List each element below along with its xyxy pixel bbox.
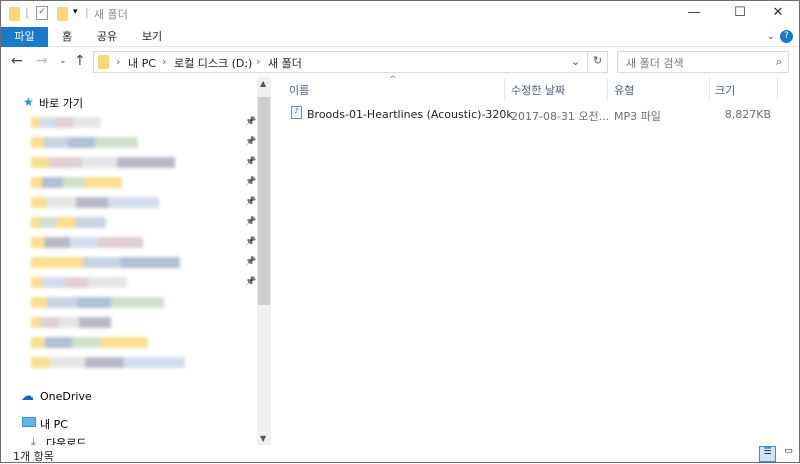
folder-icon <box>9 7 20 21</box>
tab-file[interactable]: 파일 <box>1 27 48 47</box>
star-icon: ★ <box>23 95 34 109</box>
pin-icon: 📌 <box>245 237 257 247</box>
scroll-down-icon[interactable]: ▼ <box>260 434 266 443</box>
crumb-local-disk[interactable]: 로컬 디스크 (D:) <box>174 55 252 71</box>
search-input[interactable]: 새 폴더 검색 ⌕ <box>617 51 789 73</box>
crumb-this-pc[interactable]: 내 PC <box>128 55 156 71</box>
refresh-icon[interactable]: ↻ <box>593 54 602 67</box>
scrollbar-thumb[interactable] <box>258 97 270 305</box>
pin-icon: 📌 <box>245 197 257 207</box>
blurred-nav-item <box>31 177 122 188</box>
column-header-size[interactable]: 크기 <box>715 82 735 98</box>
file-size: 8,827KB <box>724 108 771 121</box>
pin-icon: 📌 <box>245 117 257 127</box>
computer-icon <box>22 417 36 427</box>
pin-icon: 📌 <box>245 137 257 147</box>
blurred-nav-item <box>31 297 164 308</box>
blurred-nav-item <box>31 357 185 368</box>
column-header-name[interactable]: 이름 <box>289 82 309 98</box>
download-icon: ⤓ <box>31 435 36 445</box>
close-button[interactable]: ✕ <box>755 1 800 27</box>
blurred-nav-item <box>31 117 101 128</box>
column-header-type[interactable]: 유형 <box>614 82 634 98</box>
sort-ascending-icon: ^ <box>389 75 397 85</box>
customize-toolbar-icon[interactable]: ▾ <box>73 7 78 17</box>
nav-onedrive[interactable]: OneDrive <box>40 390 92 403</box>
pin-icon: 📌 <box>245 277 257 287</box>
blurred-nav-item <box>31 317 111 328</box>
address-bar[interactable]: › 내 PC › 로컬 디스크 (D:) › 새 폴더 ⌄ ↻ <box>93 51 608 73</box>
large-icons-view-button[interactable]: ▭ <box>780 446 797 462</box>
blurred-nav-item <box>31 237 143 248</box>
address-dropdown-icon[interactable]: ⌄ <box>571 55 580 68</box>
properties-icon[interactable]: ✓ <box>36 6 48 20</box>
window-title: 새 폴더 <box>94 8 128 21</box>
ribbon: 파일 홈 공유 보기 ⌄ ? <box>1 27 799 47</box>
file-name[interactable]: Broods-01-Heartlines (Acoustic)-320k <box>307 108 513 121</box>
up-button[interactable]: ↑ <box>74 53 86 69</box>
nav-this-pc[interactable]: 내 PC <box>40 416 68 432</box>
folder-icon <box>98 55 109 69</box>
search-icon: ⌕ <box>775 55 782 68</box>
help-icon[interactable]: ? <box>780 30 793 43</box>
blurred-nav-item <box>31 217 106 228</box>
blurred-nav-item <box>31 277 127 288</box>
recent-locations-button[interactable]: ⌄ <box>59 56 67 66</box>
column-header-date[interactable]: 수정한 날짜 <box>511 82 565 98</box>
separator: | <box>25 6 29 19</box>
nav-quick-access[interactable]: 바로 가기 <box>39 95 83 111</box>
tab-view[interactable]: 보기 <box>134 27 170 47</box>
back-button[interactable]: ← <box>11 53 23 69</box>
audio-file-icon: ♪ <box>291 106 302 119</box>
file-type: MP3 파일 <box>614 110 661 123</box>
scroll-up-icon[interactable]: ▲ <box>260 79 266 88</box>
title-bar: | ✓ ▾ | 새 폴더 — ☐ ✕ <box>1 1 799 27</box>
crumb-new-folder[interactable]: 새 폴더 <box>268 55 302 71</box>
pin-icon: 📌 <box>245 177 257 187</box>
blurred-nav-item <box>31 257 180 268</box>
details-view-button[interactable]: ☰ <box>759 446 776 462</box>
onedrive-icon: ☁ <box>21 389 34 404</box>
expand-ribbon-icon[interactable]: ⌄ <box>767 31 775 42</box>
search-placeholder: 새 폴더 검색 <box>626 57 684 70</box>
blurred-nav-item <box>31 137 138 148</box>
separator: | <box>85 6 89 19</box>
downloads-clip: ⤓ 다운로드 <box>1 433 257 445</box>
item-count: 1개 항목 <box>13 450 54 463</box>
status-bar: 1개 항목 ☰ ▭ <box>1 446 800 464</box>
blurred-nav-item <box>31 197 159 208</box>
pin-icon: 📌 <box>245 217 257 227</box>
new-folder-icon[interactable] <box>57 7 68 21</box>
file-date: 2017-08-31 오전... <box>511 110 610 123</box>
forward-button[interactable]: → <box>36 53 48 69</box>
pin-icon: 📌 <box>245 157 257 167</box>
minimize-button[interactable]: — <box>671 1 717 27</box>
pin-icon: 📌 <box>245 257 257 267</box>
tab-share[interactable]: 공유 <box>89 27 125 47</box>
blurred-nav-item <box>31 337 148 348</box>
blurred-nav-item <box>31 157 175 168</box>
tab-home[interactable]: 홈 <box>53 27 81 47</box>
nav-downloads[interactable]: 다운로드 <box>46 435 86 445</box>
